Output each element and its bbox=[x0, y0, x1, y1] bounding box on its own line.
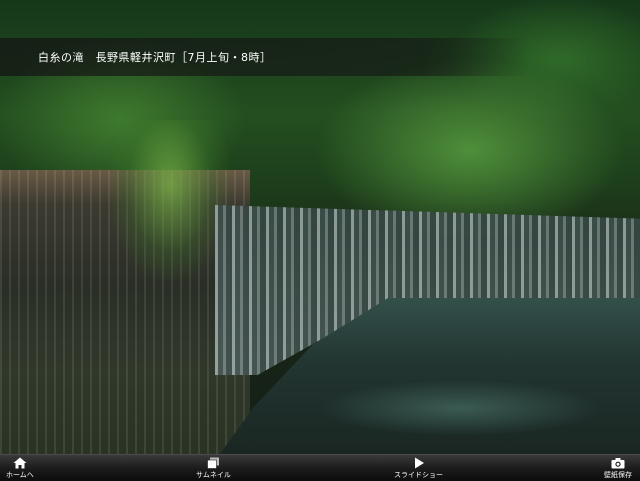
save-wallpaper-button[interactable]: 壁紙保存 bbox=[604, 457, 632, 481]
save-wallpaper-icon bbox=[611, 458, 625, 469]
slideshow-label: スライドショー bbox=[394, 471, 443, 479]
home-icon bbox=[13, 457, 27, 469]
caption-bar: 白糸の滝 長野県軽井沢町［7月上旬・8時］ bbox=[0, 38, 528, 76]
thumbnails-button[interactable]: サムネイル bbox=[196, 457, 231, 481]
photo-caption: 白糸の滝 長野県軽井沢町［7月上旬・8時］ bbox=[38, 51, 272, 64]
save-wallpaper-label: 壁紙保存 bbox=[604, 471, 632, 479]
play-icon bbox=[414, 457, 424, 469]
hanging-foliage bbox=[110, 120, 230, 280]
bottom-toolbar: ホームへ サムネイル スライドショー 壁紙保存 bbox=[0, 454, 640, 481]
home-button[interactable]: ホームへ bbox=[6, 457, 34, 481]
thumbnails-label: サムネイル bbox=[196, 471, 231, 479]
thumbnails-icon bbox=[207, 457, 220, 469]
slideshow-button[interactable]: スライドショー bbox=[394, 457, 443, 481]
home-label: ホームへ bbox=[6, 471, 34, 479]
